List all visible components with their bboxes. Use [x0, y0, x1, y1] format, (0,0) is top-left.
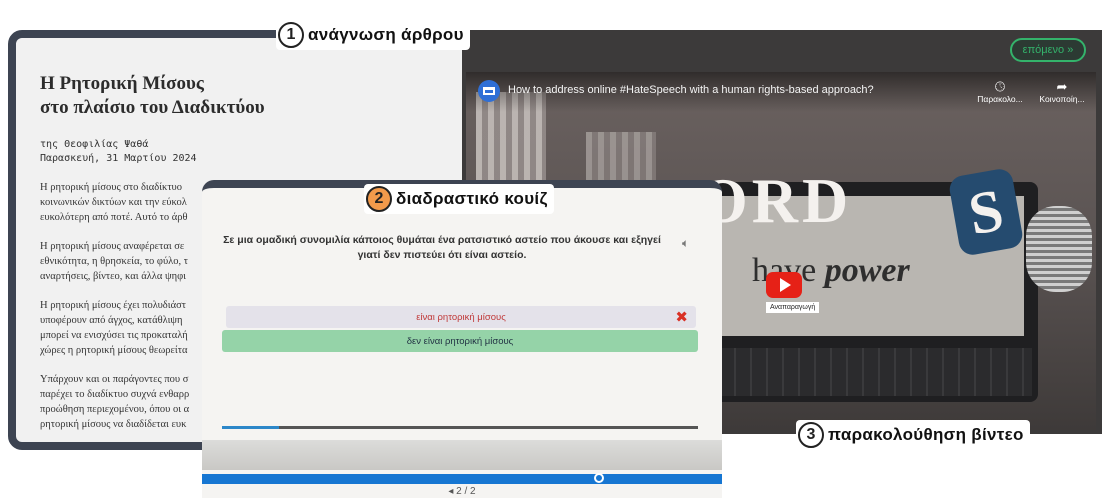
step-label-text: παρακολούθηση βίντεο: [828, 425, 1024, 444]
answer-label: δεν είναι ρητορική μίσους: [406, 335, 514, 347]
video-title[interactable]: How to address online #HateSpeech with a…: [508, 84, 874, 96]
step-label-article: 1 ανάγνωση άρθρου: [276, 20, 470, 50]
quiz-footer-bar: [202, 473, 722, 484]
answer-label: είναι ρητορική μίσους: [416, 311, 506, 323]
next-button[interactable]: επόμενο »: [1010, 38, 1086, 62]
step-number: 2: [366, 186, 392, 212]
article-title-line1: Η Ρητορική Μίσους: [40, 73, 204, 94]
share-button[interactable]: ➦ Κοινοποίη...: [1032, 79, 1092, 105]
quiz-question: Σε μια ομαδική συνομιλία κάποιος θυμάται…: [223, 234, 661, 261]
play-icon: [780, 278, 791, 292]
answer-option-wrong[interactable]: είναι ρητορική μίσους ✖: [226, 306, 696, 328]
quiz-panel: Σε μια ομαδική συνομιλία κάποιος θυμάται…: [202, 180, 722, 498]
scene-text-bold: power: [824, 252, 910, 289]
article-author: της Θεοφιλίας Ψαθά: [40, 139, 149, 150]
decorative-wave: [202, 440, 722, 470]
step-label-text: διαδραστικό κουίζ: [396, 189, 548, 208]
play-tooltip: Αναπαραγωγή: [766, 302, 820, 313]
step-label-quiz: 2 διαδραστικό κουίζ: [364, 184, 554, 214]
footer-slider-handle[interactable]: [594, 473, 604, 483]
share-label: Κοινοποίη...: [1039, 94, 1085, 104]
channel-avatar[interactable]: [478, 80, 500, 102]
microphone-image: [1026, 206, 1092, 292]
step-label-text: ανάγνωση άρθρου: [308, 25, 464, 44]
article-date: Παρασκευή, 31 Μαρτίου 2024: [40, 153, 197, 164]
quiz-progress-bar: [222, 426, 698, 429]
step-number: 1: [278, 22, 304, 48]
article-meta: της Θεοφιλίας Ψαθά Παρασκευή, 31 Μαρτίου…: [40, 138, 396, 166]
x-mark-icon: ✖: [675, 309, 688, 326]
watch-later-button[interactable]: 🕓︎ Παρακολο...: [970, 79, 1030, 105]
laptop-keyboard: [704, 348, 1032, 396]
watch-later-label: Παρακολο...: [977, 94, 1023, 104]
video-top-bar: How to address online #HateSpeech with a…: [466, 72, 1096, 112]
clock-icon: 🕓︎: [994, 79, 1006, 94]
building-icon: [483, 87, 495, 95]
scene-letter-s: S: [947, 167, 1025, 257]
share-icon: ➦: [1056, 79, 1068, 94]
step-number: 3: [798, 422, 824, 448]
quiz-pager[interactable]: ◂ 2 / 2: [202, 486, 722, 497]
answer-option-correct[interactable]: δεν είναι ρητορική μίσους: [222, 330, 698, 352]
article-title-line2: στο πλαίσιο του Διαδικτύου: [40, 97, 265, 118]
article-title: Η Ρητορική Μίσους στο πλαίσιο του Διαδικ…: [40, 72, 396, 120]
speaker-icon[interactable]: 🔈︎: [682, 236, 689, 251]
quiz-progress-fill: [222, 426, 280, 429]
step-label-video: 3 παρακολούθηση βίντεο: [796, 420, 1030, 450]
play-button[interactable]: [766, 272, 802, 298]
